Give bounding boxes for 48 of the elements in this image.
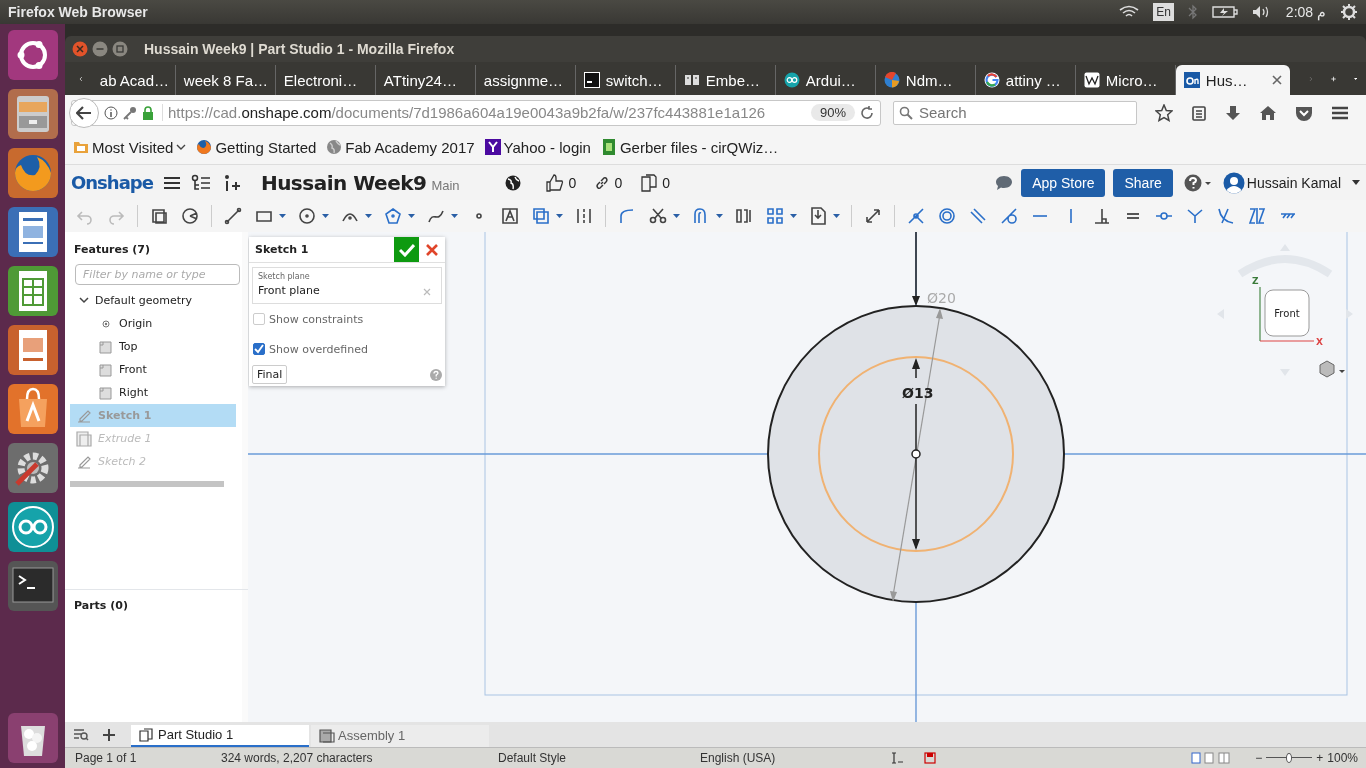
- axis-label: Z: [1252, 276, 1259, 286]
- bookmark[interactable]: Most Visited: [73, 138, 187, 156]
- bookmark[interactable]: Gerber files - cirQWiz…: [600, 138, 779, 156]
- document-tab[interactable]: Assembly 1: [311, 724, 489, 747]
- zoom-percent: 100%: [1327, 751, 1358, 765]
- tree-item[interactable]: Default geometry: [65, 289, 236, 312]
- bookmark[interactable]: Yahoo - login: [484, 138, 591, 156]
- view-cube-face[interactable]: Front: [1274, 308, 1300, 319]
- logo[interactable]: Onshape: [71, 172, 153, 193]
- url-text[interactable]: https://cad.onshape.com/documents/7d1986a604a19e0043a9b2fa/w/237fc443881e1a126: [162, 104, 806, 121]
- axis-label: X: [1316, 337, 1323, 347]
- final-button[interactable]: Final: [252, 365, 288, 384]
- zoom-level[interactable]: 90%: [810, 104, 855, 121]
- tree-item[interactable]: Right: [65, 381, 236, 404]
- share-button[interactable]: Share: [1113, 168, 1173, 197]
- tree-item[interactable]: Front: [65, 358, 236, 381]
- sketch-plane-field[interactable]: Sketch plane Front plane: [252, 267, 442, 304]
- checkbox-label[interactable]: Show constraints: [269, 312, 364, 326]
- keyboard-indicator[interactable]: En: [1153, 3, 1174, 21]
- document-title[interactable]: Hussain Week9: [260, 170, 427, 195]
- zoom-out-button[interactable]: −: [1255, 751, 1263, 765]
- panel-title: Parts (0): [73, 598, 129, 614]
- filter-field[interactable]: Filter by name or type: [75, 264, 240, 285]
- user-menu[interactable]: Hussain Kamal: [1246, 174, 1341, 191]
- checkbox-label[interactable]: Show overdefined: [269, 342, 368, 356]
- search-field[interactable]: Search: [893, 100, 1137, 125]
- branch-name: Main: [431, 177, 460, 193]
- tree-item[interactable]: Origin: [65, 312, 236, 335]
- page-count: Page 1 of 1: [75, 751, 138, 765]
- language: English (USA): [700, 751, 777, 765]
- bookmark[interactable]: Fab Academy 2017: [326, 138, 475, 156]
- like-count: 0: [568, 174, 577, 191]
- bookmark[interactable]: Getting Started: [196, 138, 317, 156]
- browser-tab[interactable]: Hus…: [1175, 65, 1290, 95]
- dialog-title: Sketch 1: [254, 243, 310, 256]
- dimension-label[interactable]: Ø13: [902, 385, 934, 401]
- link-count: 0: [614, 174, 623, 191]
- tree-item[interactable]: Top: [65, 335, 236, 358]
- copy-count: 0: [662, 174, 670, 191]
- document-tab[interactable]: Part Studio 1: [131, 724, 309, 747]
- app-store-button[interactable]: App Store: [1021, 168, 1106, 197]
- zoom-in-button[interactable]: +: [1316, 751, 1324, 765]
- word-count: 324 words, 2,207 characters: [221, 751, 374, 765]
- clock[interactable]: م 2:08: [1285, 4, 1326, 20]
- panel-title: Features (7): [73, 242, 151, 258]
- page-style: Default Style: [498, 751, 568, 765]
- app-title: Firefox Web Browser: [8, 4, 148, 20]
- window-title: Hussain Week9 | Part Studio 1 - Mozilla Firefox: [144, 41, 455, 57]
